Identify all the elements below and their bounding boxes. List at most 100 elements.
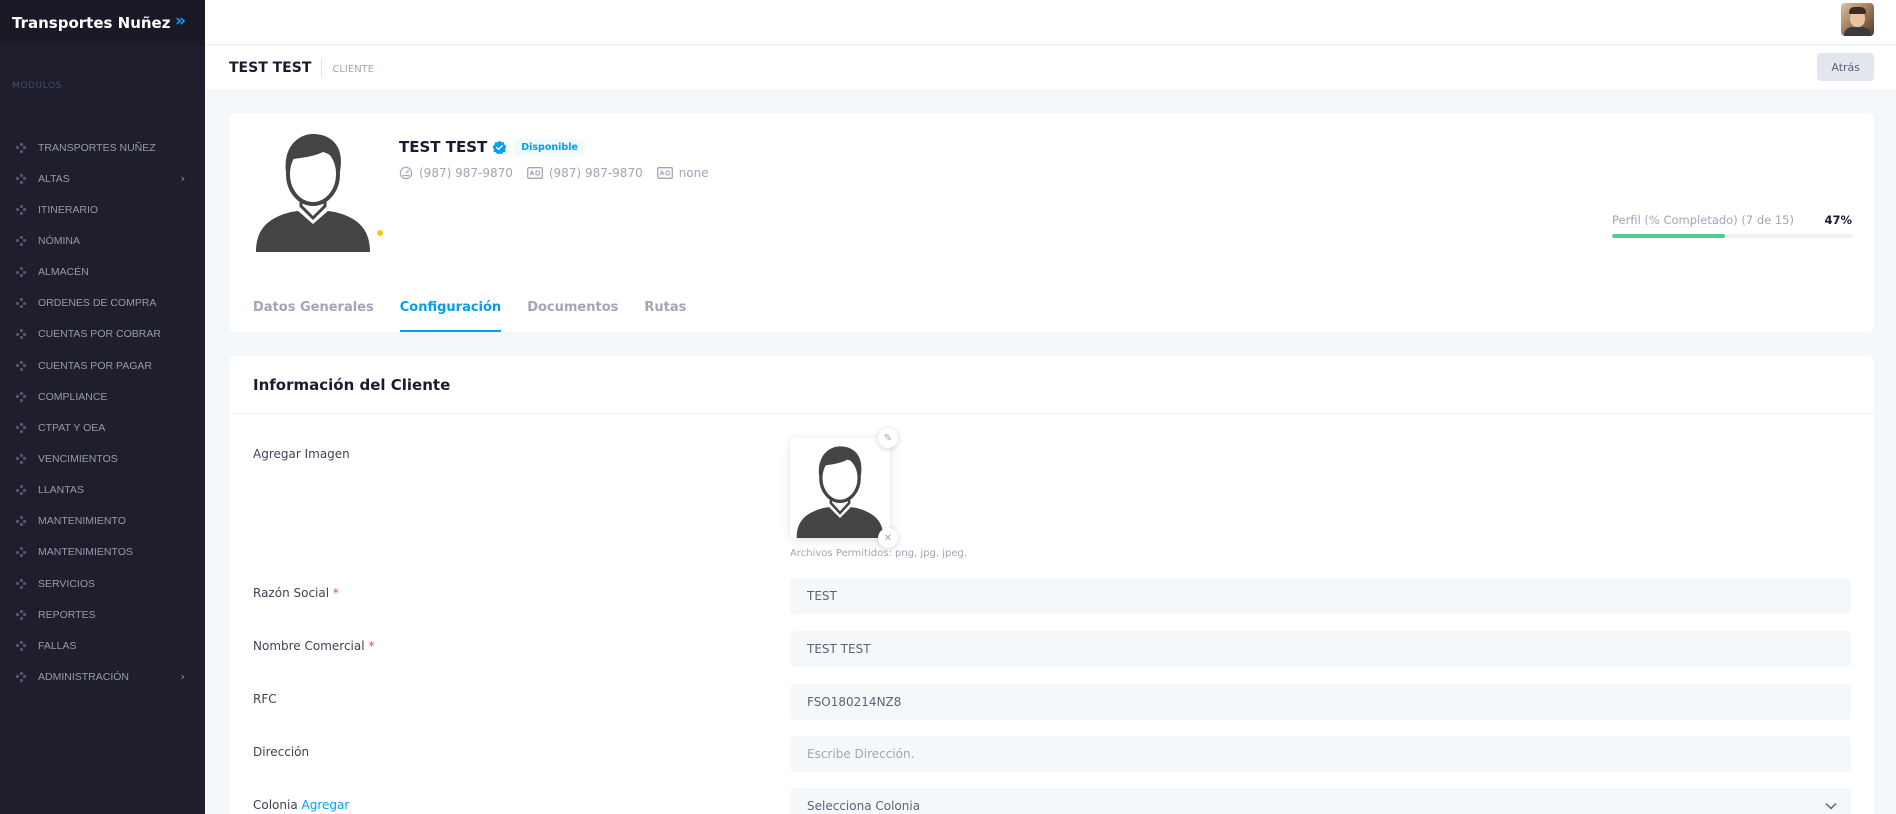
required-mark: * [368, 639, 375, 653]
sidebar-item-label: ALMACÉN [38, 266, 89, 279]
colonia-label-text: Colonia [253, 798, 298, 812]
sidebar-item-label: FALLAS [38, 639, 77, 652]
sidebar-item[interactable]: MANTENIMIENTOS [0, 537, 205, 568]
dots-icon [16, 267, 26, 278]
progress-value: 47% [1824, 213, 1852, 227]
required-mark: * [332, 586, 339, 600]
client-info-title: Información del Cliente [253, 375, 451, 394]
profile-photo [253, 132, 373, 252]
dots-icon [16, 142, 26, 153]
topbar [205, 0, 1896, 45]
sidebar-item[interactable]: CUENTAS POR COBRAR [0, 319, 205, 350]
phone-meta: (987) 987-9870 [399, 166, 513, 180]
pencil-icon[interactable]: ✎ [878, 428, 898, 448]
dots-icon [16, 547, 26, 558]
razon-social-label-text: Razón Social [253, 586, 330, 600]
sidebar-item[interactable]: TRANSPORTES NUÑEZ [0, 132, 205, 163]
sidebar-item[interactable]: ITINERARIO [0, 194, 205, 225]
sidebar-section-label: MÓDULOS [12, 81, 63, 91]
tab-item[interactable]: Rutas [644, 300, 686, 332]
image-label: Agregar Imagen [253, 447, 350, 461]
sidebar-item[interactable]: ALMACÉN [0, 257, 205, 288]
direccion-label: Dirección [253, 745, 310, 759]
sidebar-item[interactable]: CUENTAS POR PAGAR [0, 350, 205, 381]
id-card-icon [526, 167, 543, 179]
add-colonia-link[interactable]: Agregar [302, 798, 350, 812]
breadcrumb-separator [321, 57, 323, 78]
sidebar-item[interactable]: NÓMINA [0, 225, 205, 256]
direccion-input[interactable] [790, 736, 1851, 772]
profile-name-row: TEST TEST Disponible [399, 138, 585, 156]
chevron-right-icon: › [180, 172, 185, 186]
sidebar-item-label: NÓMINA [38, 234, 80, 247]
profile-tabs: Datos Generales Configuración Documentos Ru… [253, 300, 712, 332]
image-input[interactable] [790, 438, 890, 538]
brand-title: Transportes Nuñez [12, 13, 171, 32]
sidebar-item[interactable]: REPORTES [0, 599, 205, 630]
sidebar-item-label: VENCIMIENTOS [38, 452, 118, 465]
progress-fill [1612, 234, 1725, 238]
speedometer-icon [399, 166, 413, 180]
dots-icon [16, 485, 26, 496]
sidebar-item[interactable]: MANTENIMIENTO [0, 506, 205, 537]
sidebar-item[interactable]: ADMINISTRACIÓN › [0, 661, 205, 692]
sidebar-item[interactable]: SERVICIOS [0, 568, 205, 599]
sidebar-item-label: CUENTAS POR COBRAR [38, 328, 161, 341]
dots-icon [16, 578, 26, 589]
colonia-select[interactable]: Selecciona Colonia [790, 788, 1851, 814]
dots-icon [16, 609, 26, 620]
rfc-label: RFC [253, 692, 277, 706]
client-info-header: Información del Cliente [229, 356, 1874, 414]
close-icon[interactable]: ✕ [878, 528, 898, 548]
dots-icon [16, 360, 26, 371]
dots-icon [16, 298, 26, 309]
razon-social-input[interactable] [790, 578, 1851, 614]
nombre-comercial-label-text: Nombre Comercial [253, 639, 365, 653]
dots-icon [16, 640, 26, 651]
sidebar-item-label: LLANTAS [38, 484, 84, 497]
sidebar-item[interactable]: FALLAS [0, 630, 205, 661]
dots-icon [16, 204, 26, 215]
sidebar-item-label: TRANSPORTES NUÑEZ [38, 141, 156, 154]
sidebar-item[interactable]: VENCIMIENTOS [0, 443, 205, 474]
image-preview [790, 438, 890, 538]
rfc-input[interactable] [790, 684, 1851, 720]
id-card-icon [656, 167, 673, 179]
dots-icon [16, 173, 26, 184]
sidebar-item[interactable]: CTPAT Y OEA [0, 412, 205, 443]
chevron-down-icon [1825, 802, 1837, 810]
sidebar-item[interactable]: COMPLIANCE [0, 381, 205, 412]
sidebar-item-label: SERVICIOS [38, 577, 95, 590]
profile-meta: (987) 987-9870 (987) 987-9870 none [399, 166, 723, 180]
user-avatar[interactable] [1841, 3, 1874, 36]
dots-icon [16, 391, 26, 402]
client-info-card: Información del Cliente Agregar Imagen ✎… [229, 356, 1874, 814]
profile-progress: Perfil (% Completado) (7 de 15) 47% [1612, 213, 1852, 238]
tab-item[interactable]: Documentos [527, 300, 618, 332]
sidebar-menu: TRANSPORTES NUÑEZ ALTAS › ITINERARIO NÓMINA A… [0, 132, 205, 693]
sidebar-item[interactable]: ALTAS › [0, 163, 205, 194]
dots-icon [16, 516, 26, 527]
progress-label: Perfil (% Completado) (7 de 15) [1612, 213, 1794, 227]
verified-badge-icon [492, 140, 507, 154]
dots-icon [16, 671, 26, 682]
breadcrumb: CLIENTE [332, 64, 375, 75]
back-button[interactable]: Atrás [1817, 53, 1874, 81]
tab-item[interactable]: Configuración [399, 300, 502, 332]
razon-social-label: Razón Social * [253, 586, 339, 600]
page-title: TEST TEST [229, 59, 312, 76]
tab-item[interactable]: Datos Generales [253, 300, 374, 332]
sidebar: Transportes Nuñez ›› MÓDULOS TRANSPORTES… [0, 0, 205, 814]
sidebar-item[interactable]: ORDENES DE COMPRA [0, 288, 205, 319]
sidebar-item[interactable]: LLANTAS [0, 475, 205, 506]
dots-icon [16, 422, 26, 433]
nombre-comercial-input[interactable] [790, 631, 1851, 667]
dots-icon [16, 453, 26, 464]
dots-icon [16, 329, 26, 340]
sidebar-item-label: ORDENES DE COMPRA [38, 297, 157, 310]
double-chevron-right-icon[interactable]: ›› [175, 11, 186, 31]
sidebar-item-label: REPORTES [38, 608, 96, 621]
email: none [678, 166, 709, 180]
sidebar-item-label: CUENTAS POR PAGAR [38, 359, 152, 372]
email-meta: none [656, 166, 709, 180]
